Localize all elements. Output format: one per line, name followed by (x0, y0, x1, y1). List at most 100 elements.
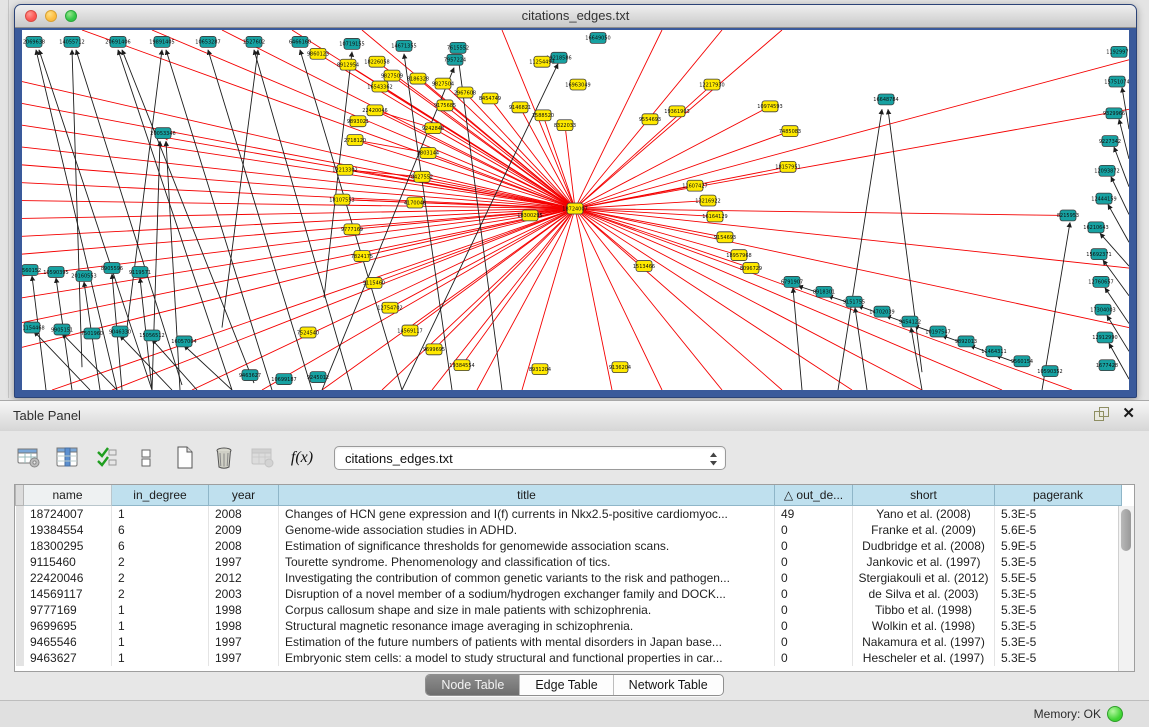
table-cell[interactable]: 5.9E-5 (995, 538, 1122, 554)
table-cell[interactable]: 1 (112, 618, 209, 634)
table-cell[interactable]: 0 (775, 554, 853, 570)
table-cell[interactable]: 2012 (209, 570, 279, 586)
table-row[interactable]: 911546021997Tourette syndrome. Phenomeno… (16, 554, 1122, 570)
table-cell[interactable]: 18724007 (24, 506, 112, 523)
table-cell[interactable]: 0 (775, 586, 853, 602)
column-header-out_de[interactable]: △ out_de... (775, 485, 853, 506)
float-panel-icon[interactable] (1094, 407, 1108, 421)
table-cell[interactable]: 18300295 (24, 538, 112, 554)
table-cell[interactable]: 6 (112, 522, 209, 538)
show-column-icon[interactable] (53, 444, 83, 472)
table-cell[interactable]: 5.3E-5 (995, 554, 1122, 570)
table-row[interactable]: 946362711997Embryonic stem cells: a mode… (16, 650, 1122, 666)
table-cell[interactable]: Corpus callosum shape and size in male p… (279, 602, 775, 618)
table-cell[interactable]: 49 (775, 506, 853, 523)
table-cell[interactable]: 5.3E-5 (995, 634, 1122, 650)
table-cell[interactable]: Tourette syndrome. Phenomenology and cla… (279, 554, 775, 570)
table-row[interactable]: 1456911722003Disruption of a novel membe… (16, 586, 1122, 602)
tab-network-table[interactable]: Network Table (613, 675, 723, 695)
table-cell[interactable]: Disruption of a novel member of a sodium… (279, 586, 775, 602)
tab-node-table[interactable]: Node Table (426, 675, 519, 695)
table-cell[interactable]: 9699695 (24, 618, 112, 634)
table-settings-icon[interactable] (14, 444, 44, 472)
delete-icon[interactable] (209, 444, 239, 472)
table-cell[interactable]: 5.3E-5 (995, 506, 1122, 523)
table-row[interactable]: 1938455462009Genome-wide association stu… (16, 522, 1122, 538)
column-header-name[interactable]: name (24, 485, 112, 506)
table-cell[interactable]: 2 (112, 570, 209, 586)
table-cell[interactable]: 1998 (209, 602, 279, 618)
table-row[interactable]: 969969511998Structural magnetic resonanc… (16, 618, 1122, 634)
column-header-title[interactable]: title (279, 485, 775, 506)
table-row[interactable]: 977716911998Corpus callosum shape and si… (16, 602, 1122, 618)
table-cell[interactable]: Dudbridge et al. (2008) (853, 538, 995, 554)
table-cell[interactable]: 2008 (209, 538, 279, 554)
table-cell[interactable]: 5.3E-5 (995, 586, 1122, 602)
table-cell[interactable]: 5.3E-5 (995, 650, 1122, 666)
column-header-short[interactable]: short (853, 485, 995, 506)
table-cell[interactable]: 1 (112, 506, 209, 523)
table-row[interactable]: 2242004622012Investigating the contribut… (16, 570, 1122, 586)
table-cell[interactable]: 9465546 (24, 634, 112, 650)
table-cell[interactable]: 1 (112, 650, 209, 666)
table-cell[interactable]: 1 (112, 634, 209, 650)
table-cell[interactable]: Wolkin et al. (1998) (853, 618, 995, 634)
table-cell[interactable]: Embryonic stem cells: a model to study s… (279, 650, 775, 666)
table-cell[interactable]: Hescheler et al. (1997) (853, 650, 995, 666)
memory-status-icon[interactable] (1107, 706, 1123, 722)
select-all-icon[interactable] (92, 444, 122, 472)
network-window-titlebar[interactable]: citations_edges.txt (15, 5, 1136, 28)
table-cell[interactable]: 2 (112, 554, 209, 570)
table-cell[interactable]: Yano et al. (2008) (853, 506, 995, 523)
table-cell[interactable]: 5.5E-5 (995, 570, 1122, 586)
table-cell[interactable]: 0 (775, 650, 853, 666)
table-selector-dropdown[interactable]: citations_edges.txt (334, 446, 726, 470)
table-cell[interactable]: Investigating the contribution of common… (279, 570, 775, 586)
rows-icon[interactable] (131, 444, 161, 472)
function-builder-icon[interactable]: f(x) (287, 444, 317, 472)
column-header-pagerank[interactable]: pagerank (995, 485, 1122, 506)
table-cell[interactable]: 5.6E-5 (995, 522, 1122, 538)
table-cell[interactable]: 1997 (209, 634, 279, 650)
table-cell[interactable]: Jankovic et al. (1997) (853, 554, 995, 570)
table-scrollbar[interactable] (1118, 506, 1134, 671)
table-cell[interactable]: Stergiakouli et al. (2012) (853, 570, 995, 586)
table-cell[interactable]: Nakamura et al. (1997) (853, 634, 995, 650)
table-cell[interactable]: 0 (775, 538, 853, 554)
table-cell[interactable]: 22420046 (24, 570, 112, 586)
table-cell[interactable]: 0 (775, 522, 853, 538)
table-cell[interactable]: 0 (775, 570, 853, 586)
table-cell[interactable]: 6 (112, 538, 209, 554)
table-cell[interactable]: 0 (775, 618, 853, 634)
table-cell[interactable]: Genome-wide association studies in ADHD. (279, 522, 775, 538)
table-cell[interactable]: 9115460 (24, 554, 112, 570)
table-cell[interactable]: 19384554 (24, 522, 112, 538)
table-cell[interactable]: Structural magnetic resonance image aver… (279, 618, 775, 634)
table-row[interactable]: 1872400712008Changes of HCN gene express… (16, 506, 1122, 523)
table-cell[interactable]: 9463627 (24, 650, 112, 666)
table-cell[interactable]: 14569117 (24, 586, 112, 602)
column-header-in_degree[interactable]: in_degree (112, 485, 209, 506)
table-cell[interactable]: Estimation of significance thresholds fo… (279, 538, 775, 554)
table-cell[interactable]: 2 (112, 586, 209, 602)
table-cell[interactable]: 1 (112, 602, 209, 618)
table-cell[interactable]: 5.3E-5 (995, 602, 1122, 618)
table-scrollbar-thumb[interactable] (1121, 509, 1131, 551)
table-cell[interactable]: 2008 (209, 506, 279, 523)
table-cell[interactable]: 0 (775, 602, 853, 618)
close-panel-icon[interactable]: ✕ (1122, 407, 1135, 421)
table-cell[interactable]: Tibbo et al. (1998) (853, 602, 995, 618)
table-cell[interactable]: 2003 (209, 586, 279, 602)
network-canvas[interactable]: 2069638140557122069140619891405106532871… (22, 30, 1129, 390)
table-cell[interactable]: 1997 (209, 650, 279, 666)
table-row[interactable]: 1830029562008Estimation of significance … (16, 538, 1122, 554)
table-cell[interactable]: 1998 (209, 618, 279, 634)
table-cell[interactable]: 5.3E-5 (995, 618, 1122, 634)
table-cell[interactable]: Estimation of the future numbers of pati… (279, 634, 775, 650)
table-cell[interactable]: 0 (775, 634, 853, 650)
table-cell[interactable]: 9777169 (24, 602, 112, 618)
citation-network-graph[interactable]: 2069638140557122069140619891405106532871… (22, 30, 1129, 390)
table-row[interactable]: 946554611997Estimation of the future num… (16, 634, 1122, 650)
table-cell[interactable]: 2009 (209, 522, 279, 538)
table-cell[interactable]: Changes of HCN gene expression and I(f) … (279, 506, 775, 523)
